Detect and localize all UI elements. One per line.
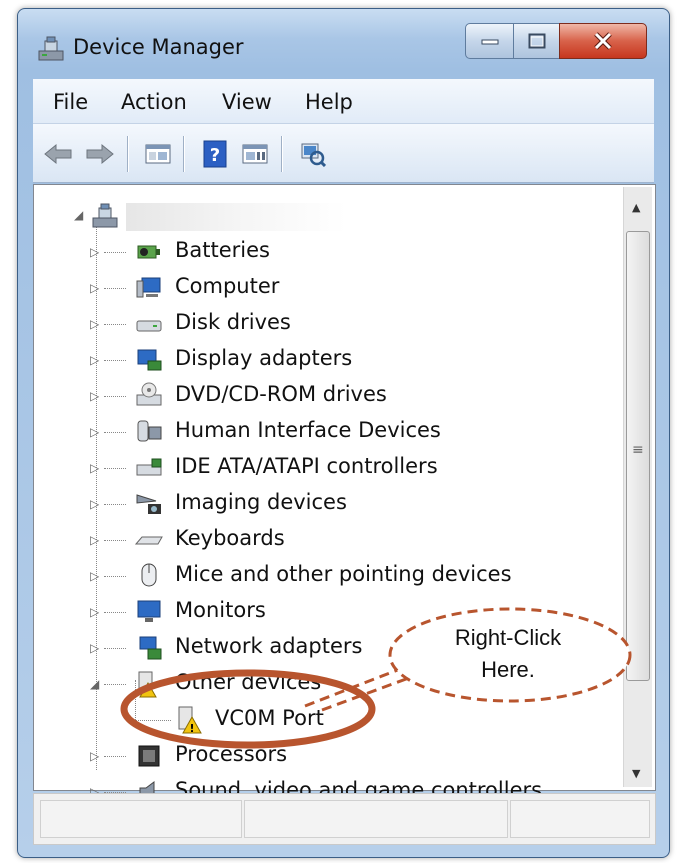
callout-text: Right-Click Here.	[418, 622, 598, 686]
callout-line-1: Right-Click	[454, 625, 562, 650]
callout-line-2: Here.	[481, 657, 535, 682]
annotation-overlay	[120, 607, 632, 749]
highlight-ellipse	[120, 669, 376, 749]
